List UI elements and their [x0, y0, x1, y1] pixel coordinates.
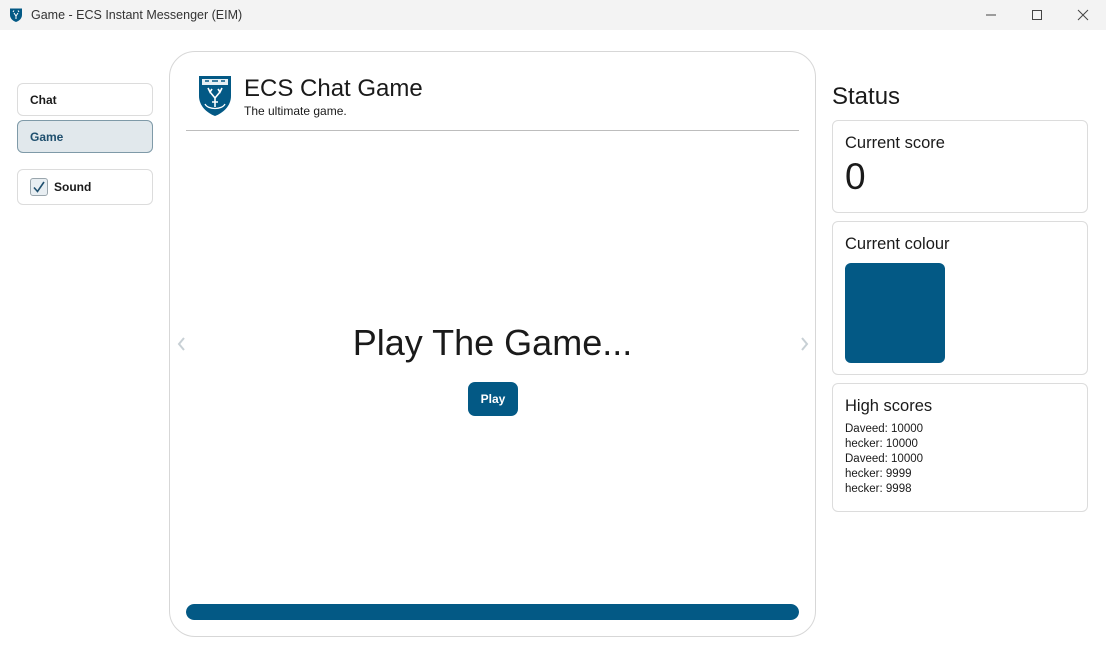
maximize-icon [1032, 10, 1042, 20]
high-scores-panel: High scores Daveed: 10000 hecker: 10000 … [832, 383, 1088, 512]
game-title: ECS Chat Game [244, 74, 423, 102]
current-score-panel: Current score 0 [832, 120, 1088, 213]
list-item: Daveed: 10000 [845, 453, 924, 465]
list-item: hecker: 10000 [845, 438, 918, 450]
current-colour-panel: Current colour [832, 221, 1088, 375]
shield-deer-icon [10, 8, 22, 22]
sidebar-item-chat[interactable]: Chat [17, 83, 153, 116]
minimize-icon [986, 14, 996, 16]
header-divider [186, 130, 799, 131]
title-bar: Game - ECS Instant Messenger (EIM) [0, 0, 1106, 30]
game-header: ECS Chat Game The ultimate game. [197, 74, 423, 118]
list-item: Daveed: 10000 [845, 423, 924, 435]
colour-title: Current colour [845, 235, 950, 253]
score-title: Current score [845, 134, 945, 152]
close-icon [1077, 9, 1089, 21]
checkmark-icon [33, 181, 45, 193]
play-button[interactable]: Play [468, 382, 518, 416]
window-title: Game - ECS Instant Messenger (EIM) [31, 8, 243, 22]
game-subtitle: The ultimate game. [244, 103, 347, 118]
high-scores-title: High scores [845, 397, 933, 415]
progress-bar [186, 604, 799, 620]
sound-checkbox[interactable] [30, 178, 48, 196]
window-controls [968, 0, 1106, 30]
shield-deer-icon [199, 76, 231, 116]
status-heading: Status [832, 83, 901, 110]
game-card: ECS Chat Game The ultimate game. Play Th… [169, 51, 816, 637]
list-item: hecker: 9999 [845, 468, 912, 480]
high-scores-list: Daveed: 10000 hecker: 10000 Daveed: 1000… [845, 422, 1075, 497]
score-value: 0 [845, 156, 866, 197]
sound-label: Sound [54, 180, 92, 194]
minimize-button[interactable] [968, 0, 1014, 30]
progress-fill [186, 604, 799, 620]
colour-swatch [845, 263, 945, 363]
close-button[interactable] [1060, 0, 1106, 30]
sidebar-item-label: Chat [30, 92, 57, 107]
sound-toggle[interactable]: Sound [17, 169, 153, 205]
maximize-button[interactable] [1014, 0, 1060, 30]
play-heading: Play The Game... [352, 322, 633, 363]
sidebar-item-label: Game [30, 129, 64, 144]
list-item: hecker: 9998 [845, 483, 912, 495]
sidebar-item-game[interactable]: Game [17, 120, 153, 153]
